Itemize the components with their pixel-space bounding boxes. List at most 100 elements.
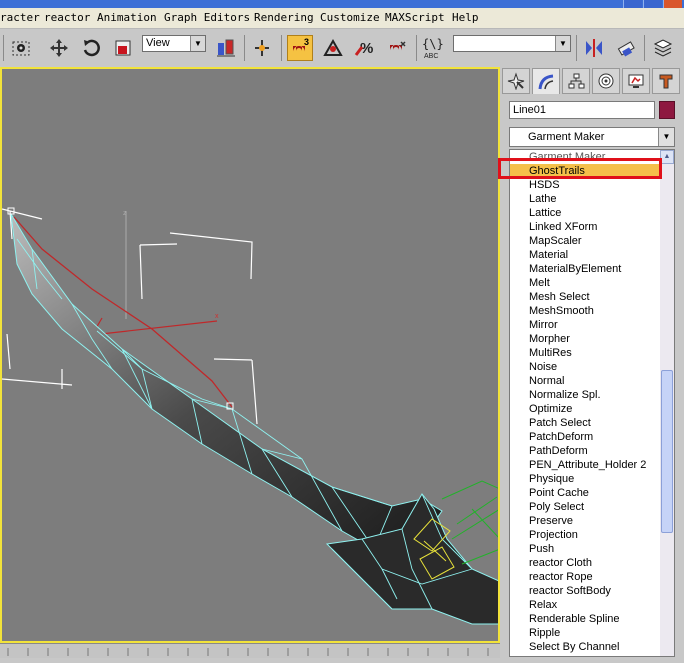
list-item[interactable]: Ripple xyxy=(510,626,661,640)
select-by-name-icon[interactable] xyxy=(8,35,34,61)
svg-text:{\}: {\} xyxy=(422,37,444,51)
menu-character[interactable]: racter xyxy=(0,11,40,24)
maximize-button[interactable] xyxy=(643,0,662,8)
object-name-field[interactable]: Line01 xyxy=(509,101,655,119)
rotate-icon[interactable] xyxy=(78,35,104,61)
list-item[interactable]: Projection xyxy=(510,528,661,542)
selection-brackets xyxy=(2,208,258,425)
utilities-tab-icon[interactable] xyxy=(652,68,680,94)
list-item[interactable]: Optimize xyxy=(510,402,661,416)
list-item[interactable]: MaterialByElement xyxy=(510,262,661,276)
modifier-list-dropdown[interactable]: Garment Maker ▼ xyxy=(509,127,675,147)
list-item[interactable]: Morpher xyxy=(510,332,661,346)
named-selection-dropdown[interactable]: ▼ xyxy=(453,35,571,52)
toolbar-divider xyxy=(3,35,4,61)
main-toolbar: View ▼ 3 % {\} ABC ▼ xyxy=(0,29,684,68)
menu-animation[interactable]: Animation xyxy=(97,11,157,24)
mirror-icon[interactable] xyxy=(581,35,607,61)
manipulate-icon[interactable] xyxy=(249,35,275,61)
chevron-down-icon[interactable]: ▼ xyxy=(190,36,205,51)
menu-customize[interactable]: Customize xyxy=(320,11,380,24)
menu-rendering[interactable]: Rendering xyxy=(254,11,314,24)
object-name-value: Line01 xyxy=(513,104,547,116)
list-item[interactable]: Patch Select xyxy=(510,416,661,430)
scroll-up-icon[interactable]: ▲ xyxy=(660,150,674,164)
menu-graph-editors[interactable]: Graph Editors xyxy=(164,11,250,24)
list-item[interactable]: Relax xyxy=(510,598,661,612)
modifier-dropdown-list: Garment Maker GhostTrails HSDS Lathe Lat… xyxy=(509,149,675,657)
toolbar-divider xyxy=(576,35,577,61)
list-item[interactable]: PathDeform xyxy=(510,444,661,458)
spinner-snap-icon[interactable] xyxy=(384,35,410,61)
toolbar-divider xyxy=(244,35,245,61)
list-item[interactable]: Physique xyxy=(510,472,661,486)
list-item[interactable]: Lathe xyxy=(510,192,661,206)
menu-reactor[interactable]: reactor xyxy=(44,11,90,24)
create-tab-icon[interactable] xyxy=(502,68,530,94)
list-item[interactable]: Preserve xyxy=(510,514,661,528)
list-item[interactable]: Push xyxy=(510,542,661,556)
layer-manager-icon[interactable] xyxy=(650,35,676,61)
close-button[interactable] xyxy=(663,0,682,8)
reference-coordinate-value: View xyxy=(146,37,170,49)
edit-named-selections-icon[interactable]: {\} ABC xyxy=(421,35,447,61)
list-item[interactable]: PatchDeform xyxy=(510,430,661,444)
scrollbar-thumb[interactable] xyxy=(661,370,673,533)
motion-tab-icon[interactable] xyxy=(592,68,620,94)
z-axis-label: z xyxy=(123,210,127,217)
title-bar xyxy=(0,0,684,8)
modify-tab-icon[interactable] xyxy=(532,68,560,94)
x-axis-label: x xyxy=(215,313,219,320)
list-item[interactable]: Mesh Select xyxy=(510,290,661,304)
list-item[interactable]: Normalize Spl. xyxy=(510,388,661,402)
list-item[interactable]: Material xyxy=(510,248,661,262)
list-item[interactable]: Linked XForm xyxy=(510,220,661,234)
list-item[interactable]: PEN_Attribute_Holder 2 xyxy=(510,458,661,472)
annotation-highlight-box xyxy=(498,158,662,179)
list-item[interactable]: reactor Cloth xyxy=(510,556,661,570)
list-item[interactable]: MapScaler xyxy=(510,234,661,248)
percent-snap-icon[interactable]: % xyxy=(352,35,378,61)
list-item[interactable]: Mirror xyxy=(510,318,661,332)
list-item[interactable]: HSDS xyxy=(510,178,661,192)
align-icon[interactable] xyxy=(613,35,639,61)
abc-label: ABC xyxy=(424,53,438,60)
viewport-scene: z x xyxy=(2,207,498,625)
list-item[interactable]: reactor Rope xyxy=(510,570,661,584)
display-tab-icon[interactable] xyxy=(622,68,650,94)
sword-blade-mesh[interactable] xyxy=(10,213,443,555)
object-color-swatch[interactable] xyxy=(659,101,675,119)
scale-icon[interactable] xyxy=(110,35,136,61)
toolbar-divider xyxy=(416,35,417,61)
list-item[interactable]: Point Cache xyxy=(510,486,661,500)
chevron-down-icon[interactable]: ▼ xyxy=(658,128,674,146)
angle-snap-icon[interactable] xyxy=(320,35,346,61)
toolbar-divider xyxy=(281,35,282,61)
hierarchy-tab-icon[interactable] xyxy=(562,68,590,94)
menu-maxscript[interactable]: MAXScript xyxy=(385,11,445,24)
pivot-center-icon[interactable] xyxy=(213,35,239,61)
perspective-viewport[interactable]: z x xyxy=(0,67,500,643)
reference-coordinate-dropdown[interactable]: View ▼ xyxy=(142,35,206,52)
minimize-button[interactable] xyxy=(623,0,642,8)
list-item[interactable]: Poly Select xyxy=(510,500,661,514)
list-item[interactable]: Melt xyxy=(510,276,661,290)
list-item[interactable]: Noise xyxy=(510,360,661,374)
snap-dimension-label: 3 xyxy=(304,37,309,47)
list-item[interactable]: Lattice xyxy=(510,206,661,220)
list-item[interactable]: reactor SoftBody xyxy=(510,584,661,598)
menu-bar: racter reactor Animation Graph Editors R… xyxy=(0,8,684,29)
list-item[interactable]: MeshSmooth xyxy=(510,304,661,318)
time-ticks xyxy=(7,648,489,656)
chevron-down-icon[interactable]: ▼ xyxy=(555,36,570,51)
snap-toggle-icon[interactable]: 3 xyxy=(287,35,313,61)
menu-help[interactable]: Help xyxy=(452,11,479,24)
list-item[interactable]: Select By Channel xyxy=(510,640,661,654)
list-item[interactable]: MultiRes xyxy=(510,346,661,360)
list-item[interactable]: Normal xyxy=(510,374,661,388)
modifier-list-value: Garment Maker xyxy=(528,131,605,143)
time-slider-track[interactable] xyxy=(0,643,500,658)
x-axis-line xyxy=(91,320,218,336)
move-icon[interactable] xyxy=(46,35,72,61)
list-item[interactable]: Renderable Spline xyxy=(510,612,661,626)
